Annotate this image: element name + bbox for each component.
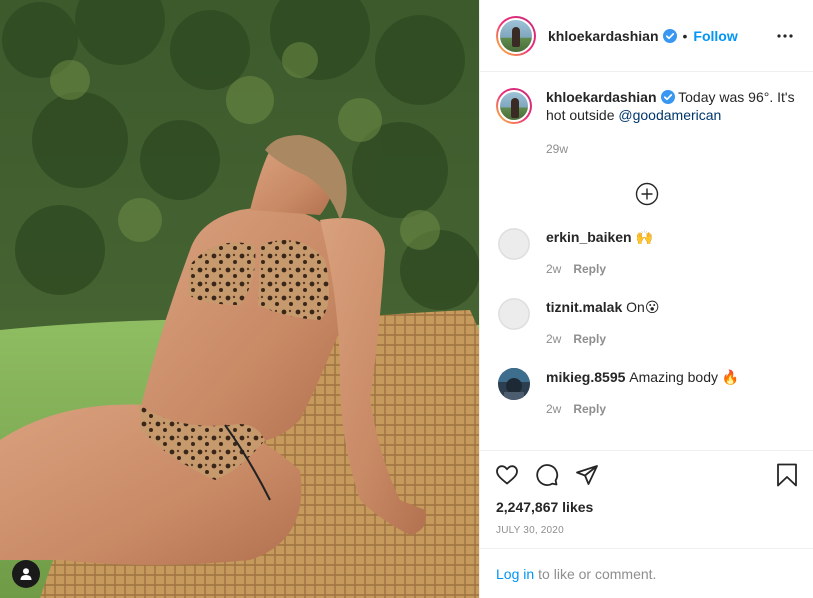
comment-item: mikieg.8595 Amazing body 🔥 2w Reply [496, 368, 797, 418]
author-username[interactable]: khloekardashian [548, 28, 659, 44]
default-avatar-icon [498, 298, 530, 330]
comment-username[interactable]: tiznit.malak [546, 299, 622, 315]
bookmark-icon [777, 463, 797, 487]
comment-avatar[interactable] [498, 228, 530, 260]
post-actions-section: 2,247,867 likes JULY 30, 2020 [480, 450, 813, 536]
load-more-comments [496, 182, 797, 208]
header-separator: • [682, 27, 688, 44]
verified-badge-icon [662, 28, 677, 43]
user-tag-icon [20, 568, 32, 580]
comments-list: khloekardashian Today was 96°. It's hot … [480, 72, 813, 450]
caption-mention-link[interactable]: @goodamerican [618, 107, 721, 123]
comment-username[interactable]: mikieg.8595 [546, 369, 625, 385]
user-avatar-image [498, 368, 530, 400]
follow-button[interactable]: Follow [693, 28, 737, 44]
comment-text: Amazing body 🔥 [629, 369, 740, 385]
comment-button[interactable] [534, 462, 560, 488]
caption-timestamp[interactable]: 29w [546, 140, 796, 158]
comment-item: erkin_baiken 🙌 2w Reply [496, 228, 797, 278]
user-tags-button[interactable] [12, 560, 40, 588]
reply-button[interactable]: Reply [573, 332, 606, 346]
login-prompt: Log in to like or comment. [480, 548, 813, 598]
save-button[interactable] [774, 462, 800, 488]
comment-text: 🙌 [635, 229, 653, 245]
reply-button[interactable]: Reply [573, 262, 606, 276]
post-side-panel: khloekardashian • Follow khloekardashian [479, 0, 813, 598]
comment-username[interactable]: erkin_baiken [546, 229, 632, 245]
login-prompt-text: to like or comment. [538, 565, 657, 582]
comment-text: On😮 [626, 299, 660, 315]
post-date[interactable]: JULY 30, 2020 [480, 525, 813, 536]
post-image [0, 0, 479, 598]
comment-item: tiznit.malak On😮 2w Reply [496, 298, 797, 348]
like-count[interactable]: 2,247,867 likes [480, 499, 813, 515]
comment-time[interactable]: 2w [546, 262, 561, 276]
login-link[interactable]: Log in [496, 566, 534, 582]
share-button[interactable] [574, 462, 600, 488]
plus-circle-icon[interactable] [635, 182, 659, 206]
reply-button[interactable]: Reply [573, 402, 606, 416]
post-header: khloekardashian • Follow [480, 0, 813, 72]
post-photo[interactable] [0, 0, 479, 598]
caption-avatar[interactable] [496, 88, 532, 124]
more-options-icon [777, 33, 793, 38]
verified-badge-icon [660, 90, 675, 104]
caption-username[interactable]: khloekardashian [546, 89, 657, 105]
default-avatar-icon [498, 228, 530, 260]
author-avatar[interactable] [496, 15, 536, 56]
heart-icon [496, 465, 518, 485]
post-caption: khloekardashian Today was 96°. It's hot … [496, 88, 797, 158]
like-button[interactable] [494, 462, 520, 488]
paper-plane-icon [576, 465, 598, 485]
more-options-button[interactable] [773, 24, 797, 48]
comment-bubble-icon [536, 464, 559, 486]
action-bar [480, 451, 813, 499]
comment-avatar[interactable] [498, 368, 530, 400]
comment-time[interactable]: 2w [546, 402, 561, 416]
comment-avatar[interactable] [498, 298, 530, 330]
comment-time[interactable]: 2w [546, 332, 561, 346]
